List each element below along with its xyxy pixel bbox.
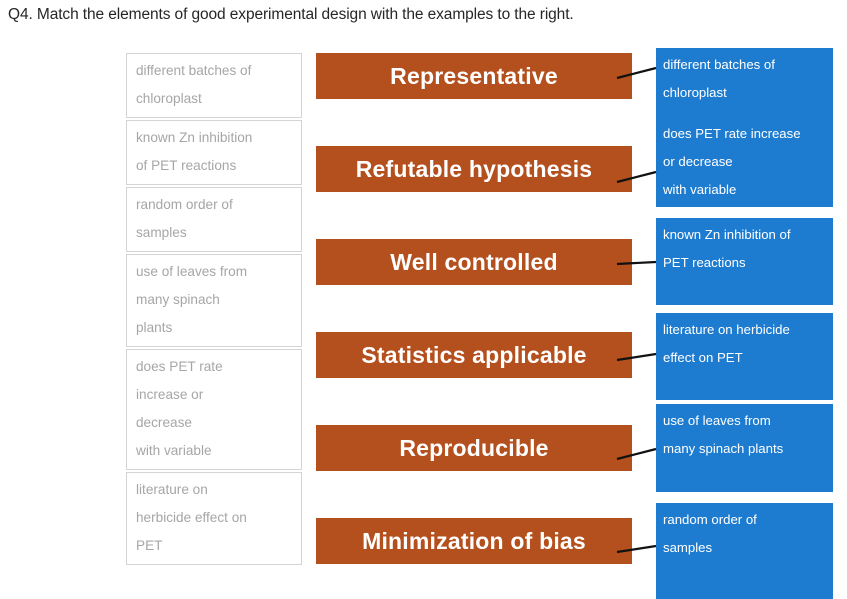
term-box[interactable]: known Zn inhibition of PET reactions <box>126 120 302 185</box>
example-box[interactable]: literature on herbicide effect on PET <box>656 313 833 400</box>
example-line: PET reactions <box>663 255 746 270</box>
example-line-spacer <box>663 107 827 120</box>
element-bar-refutable-hypothesis[interactable]: Refutable hypothesis <box>316 146 632 192</box>
element-bar-reproducible[interactable]: Reproducible <box>316 425 632 471</box>
example-line: many spinach plants <box>663 441 784 456</box>
term-line: PET <box>136 538 163 553</box>
term-line: many spinach <box>136 292 220 307</box>
term-line: herbicide effect on <box>136 510 247 525</box>
term-line: decrease <box>136 415 192 430</box>
term-box[interactable]: does PET rate increase or decrease with … <box>126 349 302 470</box>
term-line: different batches of <box>136 63 252 78</box>
term-line: increase or <box>136 387 204 402</box>
element-bar-well-controlled[interactable]: Well controlled <box>316 239 632 285</box>
term-line: literature on <box>136 482 208 497</box>
element-bar-minimization-of-bias[interactable]: Minimization of bias <box>316 518 632 564</box>
term-line: random order of <box>136 197 233 212</box>
example-box[interactable]: different batches of chloroplast does PE… <box>656 48 833 207</box>
term-line: samples <box>136 225 187 240</box>
page-root: Q4. Match the elements of good experimen… <box>0 0 847 599</box>
element-bar-representative[interactable]: Representative <box>316 53 632 99</box>
term-line: use of leaves from <box>136 264 248 279</box>
example-line: or decrease <box>663 154 733 169</box>
term-box[interactable]: literature on herbicide effect on PET <box>126 472 302 565</box>
term-box[interactable]: use of leaves from many spinach plants <box>126 254 302 347</box>
term-line: with variable <box>136 443 212 458</box>
term-line: chloroplast <box>136 91 202 106</box>
term-box[interactable]: different batches of chloroplast <box>126 53 302 118</box>
term-line: of PET reactions <box>136 158 237 173</box>
design-elements: Representative Refutable hypothesis Well… <box>316 53 632 564</box>
term-line: known Zn inhibition <box>136 130 253 145</box>
example-box[interactable]: use of leaves from many spinach plants <box>656 404 833 492</box>
example-line: with variable <box>663 182 737 197</box>
example-line: random order of <box>663 512 757 527</box>
example-box[interactable]: random order of samples <box>656 503 833 599</box>
example-line: effect on PET <box>663 350 743 365</box>
example-box[interactable]: known Zn inhibition of PET reactions <box>656 218 833 305</box>
term-line: plants <box>136 320 173 335</box>
example-line: literature on herbicide <box>663 322 790 337</box>
term-bank: different batches of chloroplast known Z… <box>126 53 302 567</box>
example-line: chloroplast <box>663 85 727 100</box>
element-bar-statistics-applicable[interactable]: Statistics applicable <box>316 332 632 378</box>
example-line: use of leaves from <box>663 413 771 428</box>
example-line: different batches of <box>663 57 775 72</box>
example-answers: different batches of chloroplast does PE… <box>656 48 833 599</box>
term-box[interactable]: random order of samples <box>126 187 302 252</box>
example-line: known Zn inhibition of <box>663 227 791 242</box>
example-line: does PET rate increase <box>663 126 801 141</box>
page-title: Q4. Match the elements of good experimen… <box>8 6 574 23</box>
term-line: does PET rate <box>136 359 223 374</box>
example-line: samples <box>663 540 713 555</box>
